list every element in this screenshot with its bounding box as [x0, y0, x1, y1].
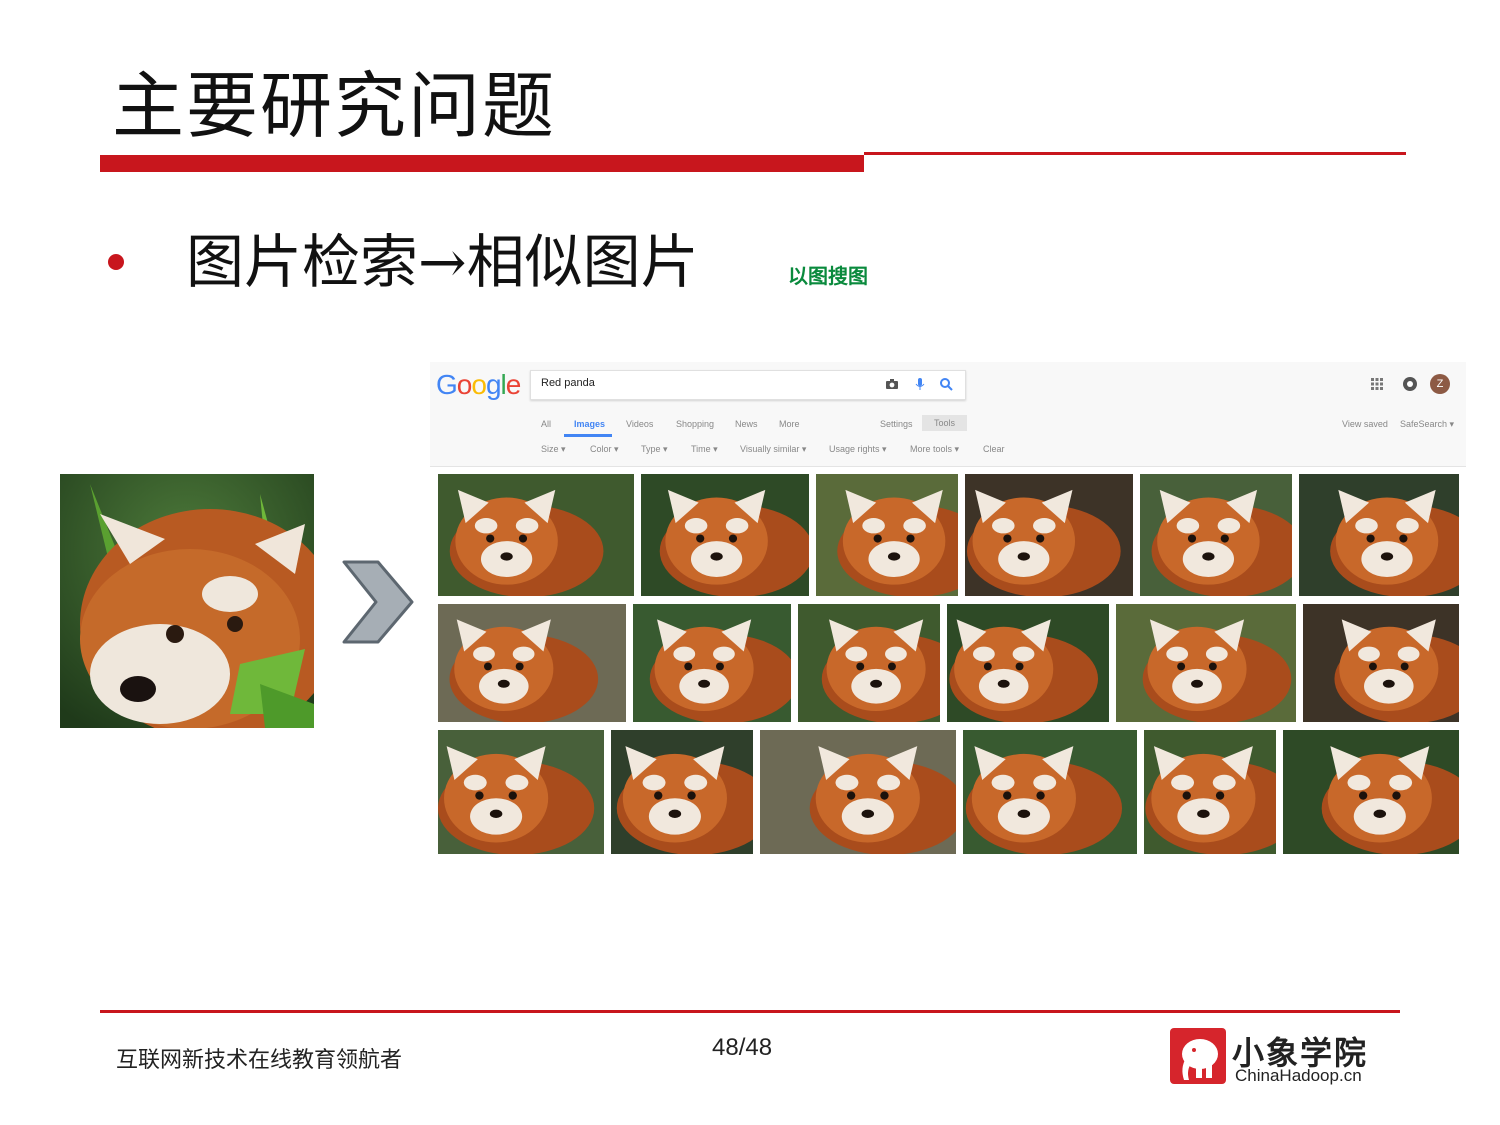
result-thumbnail[interactable]: [633, 604, 791, 722]
tab-all[interactable]: All: [541, 419, 551, 429]
result-thumbnail[interactable]: [760, 730, 956, 854]
camera-icon[interactable]: [885, 377, 899, 391]
chevron-right-icon: [342, 560, 414, 644]
result-thumbnail[interactable]: [1144, 730, 1276, 854]
image-search-results-screenshot: Google Red panda Z All Images Videos Sho…: [430, 362, 1466, 860]
slide-title: 主要研究问题: [112, 64, 557, 148]
result-thumbnail[interactable]: [963, 730, 1137, 854]
filter-time[interactable]: Time ▾: [691, 444, 718, 455]
microphone-icon[interactable]: [913, 377, 927, 391]
search-query: Red panda: [541, 377, 595, 389]
result-thumbnail[interactable]: [641, 474, 809, 596]
tab-more[interactable]: More: [779, 419, 800, 429]
google-logo[interactable]: Google: [436, 366, 521, 404]
query-image-red-panda: [60, 474, 314, 728]
filter-type[interactable]: Type ▾: [641, 444, 668, 455]
result-thumbnail[interactable]: [1116, 604, 1296, 722]
tab-news[interactable]: News: [735, 419, 758, 429]
result-thumbnail[interactable]: [438, 730, 604, 854]
result-thumbnail[interactable]: [1283, 730, 1459, 854]
tab-shopping[interactable]: Shopping: [676, 419, 714, 429]
search-icon[interactable]: [939, 377, 953, 391]
filter-visually-similar[interactable]: Visually similar ▾: [740, 444, 806, 455]
result-thumbnail[interactable]: [1303, 604, 1459, 722]
filter-more-tools[interactable]: More tools ▾: [910, 444, 959, 455]
result-thumbnail[interactable]: [947, 604, 1109, 722]
result-thumbnail[interactable]: [611, 730, 753, 854]
page-number: 48/48: [712, 1034, 773, 1061]
title-underline-thin: [864, 152, 1406, 155]
google-header: Google Red panda Z All Images Videos Sho…: [430, 362, 1466, 467]
result-thumbnail[interactable]: [1299, 474, 1459, 596]
active-tab-indicator: [564, 434, 612, 437]
logo-domain: ChinaHadoop.cn: [1235, 1066, 1362, 1085]
notifications-icon[interactable]: [1402, 376, 1418, 392]
elephant-logo-icon: [1170, 1028, 1226, 1084]
result-thumbnail[interactable]: [798, 604, 940, 722]
result-thumbnail[interactable]: [438, 474, 634, 596]
bullet-dot: [108, 254, 124, 270]
tools-button[interactable]: Tools: [922, 415, 968, 431]
filter-size[interactable]: Size ▾: [541, 444, 566, 455]
result-thumbnail[interactable]: [1140, 474, 1292, 596]
settings-link[interactable]: Settings: [880, 419, 913, 429]
bullet-note: 以图搜图: [788, 264, 868, 288]
apps-grid-icon[interactable]: [1370, 377, 1384, 391]
filter-color[interactable]: Color ▾: [590, 444, 619, 455]
result-thumbnail[interactable]: [438, 604, 626, 722]
bullet-text: 图片检索→相似图片: [186, 228, 699, 296]
footer-divider: [100, 1010, 1400, 1013]
search-input[interactable]: Red panda: [530, 370, 966, 400]
image-results-grid: [430, 470, 1466, 860]
tab-images[interactable]: Images: [574, 419, 605, 429]
filter-usage-rights[interactable]: Usage rights ▾: [829, 444, 887, 455]
result-thumbnail[interactable]: [965, 474, 1133, 596]
filter-clear[interactable]: Clear: [983, 444, 1005, 454]
title-underline-thick: [100, 155, 864, 172]
result-thumbnail[interactable]: [816, 474, 958, 596]
view-saved-link[interactable]: View saved: [1342, 419, 1388, 429]
safesearch-dropdown[interactable]: SafeSearch ▾: [1400, 419, 1454, 430]
footer-slogan: 互联网新技术在线教育领航者: [116, 1048, 403, 1073]
tab-videos[interactable]: Videos: [626, 419, 653, 429]
account-avatar[interactable]: Z: [1430, 374, 1450, 394]
